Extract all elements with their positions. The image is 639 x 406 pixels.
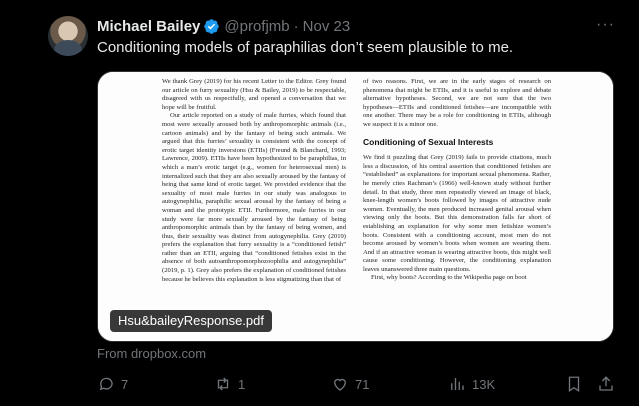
share-icon [599,376,613,391]
views-button[interactable]: 13K [448,373,495,395]
pdf-paragraph: We thank Grey (2019) for his recent Lett… [162,78,346,111]
reply-icon [99,377,113,391]
reply-button[interactable]: 7 [97,373,128,395]
tweet-text: Conditioning models of paraphilias don’t… [97,39,514,56]
verified-badge-icon [204,18,220,34]
like-count: 71 [355,376,370,392]
views-count: 13K [472,376,496,392]
share-button[interactable] [597,373,615,395]
repost-button[interactable]: 1 [214,373,245,395]
author-handle[interactable]: @profjmb [224,18,289,35]
tweet[interactable]: Michael Bailey @profjmb · Nov 23 ··· Con… [0,0,639,406]
tweet-actions: 7 1 71 13K [0,373,639,395]
author-name[interactable]: Michael Bailey [97,18,200,35]
pdf-preview: We thank Grey (2019) for his recent Lett… [98,72,613,341]
more-icon[interactable]: ··· [596,17,614,36]
separator-dot: · [293,17,299,35]
avatar[interactable] [48,16,88,56]
views-icon [451,378,464,390]
like-icon [334,378,346,391]
repost-count: 1 [238,376,246,392]
pdf-paragraph: Our article reported on a study of male … [162,112,346,283]
pdf-right-column: of two reasons. First, we are in the ear… [363,78,551,283]
link-source[interactable]: From dropbox.com [97,346,206,361]
pdf-paragraph: We find it puzzling that Grey (2019) fai… [363,154,551,273]
bookmark-button[interactable] [565,373,583,395]
file-name-badge: Hsu&baileyResponse.pdf [110,310,272,332]
pdf-paragraph: First, why boots? According to the Wikip… [371,274,527,282]
tweet-header: Michael Bailey @profjmb · Nov 23 [97,16,350,36]
pdf-paragraph: of two reasons. First, we are in the ear… [363,78,551,128]
bookmark-icon [568,376,580,393]
tweet-date[interactable]: Nov 23 [303,18,351,35]
pdf-section-heading: Conditioning of Sexual Interests [363,136,494,147]
pdf-left-column: We thank Grey (2019) for his recent Lett… [162,78,346,284]
reply-count: 7 [121,376,129,392]
like-button[interactable]: 71 [331,373,369,395]
repost-icon [217,377,229,391]
pdf-attachment-card[interactable]: We thank Grey (2019) for his recent Lett… [97,71,614,342]
